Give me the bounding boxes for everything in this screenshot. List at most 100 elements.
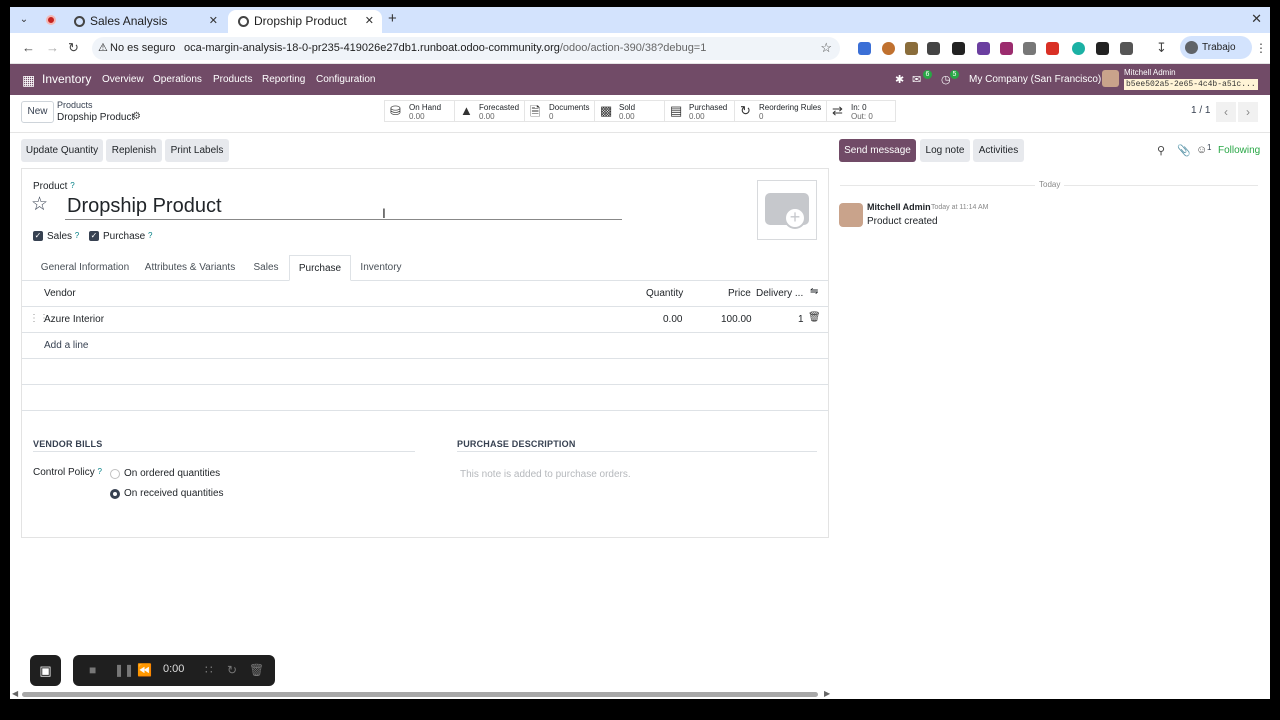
smart-button-on-hand[interactable]: ⛁ On Hand 0.00 xyxy=(384,100,454,122)
send-message-button[interactable]: Send message xyxy=(839,139,916,162)
help-tooltip-icon[interactable]: ? xyxy=(148,231,152,240)
radio-ordered-quantities-label[interactable]: On ordered quantities xyxy=(124,468,220,479)
column-vendor[interactable]: Vendor xyxy=(44,288,76,299)
extension-icon[interactable] xyxy=(858,42,871,55)
extension-icon[interactable] xyxy=(927,42,940,55)
favorite-star-icon[interactable]: ☆ xyxy=(31,193,48,216)
scrollbar-thumb[interactable] xyxy=(22,692,818,697)
extension-icon[interactable] xyxy=(1000,42,1013,55)
tab-search-icon[interactable]: ⌄ xyxy=(16,12,32,28)
tab-purchase[interactable]: Purchase xyxy=(289,255,351,281)
tab-inventory[interactable]: Inventory xyxy=(355,255,407,281)
purchase-checkbox[interactable]: ✓ xyxy=(89,231,99,241)
help-tooltip-icon[interactable]: ? xyxy=(97,467,101,476)
add-line-link[interactable]: Add a line xyxy=(44,340,88,351)
search-icon[interactable]: ⚲ xyxy=(1157,144,1165,157)
extension-icon[interactable] xyxy=(977,42,990,55)
extension-icon[interactable] xyxy=(1046,42,1059,55)
log-note-button[interactable]: Log note xyxy=(920,139,970,162)
quantity-cell[interactable]: 0.00 xyxy=(663,314,682,325)
user-name[interactable]: Mitchell Admin xyxy=(1124,68,1176,77)
following-button[interactable]: Following xyxy=(1218,145,1260,156)
optional-columns-icon[interactable]: ⇋ xyxy=(810,286,818,297)
menu-operations[interactable]: Operations xyxy=(153,74,202,85)
extension-icon[interactable] xyxy=(1023,42,1036,55)
pager-previous-icon[interactable]: ‹ xyxy=(1216,102,1236,122)
extension-icon[interactable] xyxy=(952,42,965,55)
profile-button[interactable]: Trabajo xyxy=(1180,36,1252,59)
radio-ordered-quantities[interactable] xyxy=(110,469,120,479)
bookmark-star-icon[interactable]: ☆ xyxy=(820,40,832,56)
scroll-right-icon[interactable]: ▶ xyxy=(824,689,830,698)
paperclip-icon[interactable]: 📎 xyxy=(1177,144,1191,157)
menu-products[interactable]: Products xyxy=(213,74,252,85)
activities-button[interactable]: Activities xyxy=(973,139,1024,162)
bug-icon[interactable]: ✱ xyxy=(895,73,904,86)
puzzle-icon[interactable] xyxy=(1120,42,1133,55)
trash-icon[interactable]: 🗑 xyxy=(249,663,264,677)
company-switcher[interactable]: My Company (San Francisco) xyxy=(969,74,1101,85)
column-delivery[interactable]: Delivery ... xyxy=(756,288,803,299)
extension-icon[interactable] xyxy=(905,42,918,55)
grid-icon[interactable]: ∷ xyxy=(205,663,213,677)
smart-button-documents[interactable]: 🗎 Documents 0 xyxy=(524,100,594,122)
smart-button-sold[interactable]: ▩ Sold 0.00 xyxy=(594,100,664,122)
address-bar[interactable]: ⚠ No es seguro oca-margin-analysis-18-0-… xyxy=(92,37,840,60)
radio-received-quantities[interactable] xyxy=(110,489,120,499)
print-labels-button[interactable]: Print Labels xyxy=(165,139,229,162)
help-tooltip-icon[interactable]: ? xyxy=(70,181,74,190)
extension-icon[interactable] xyxy=(1072,42,1085,55)
radio-received-quantities-label[interactable]: On received quantities xyxy=(124,488,224,499)
scroll-left-icon[interactable]: ◀ xyxy=(12,689,18,698)
forward-icon[interactable]: → xyxy=(46,40,59,55)
replenish-button[interactable]: Replenish xyxy=(106,139,162,162)
product-name-input[interactable]: Dropship Product xyxy=(65,193,622,220)
tab-attributes-variants[interactable]: Attributes & Variants xyxy=(140,255,240,281)
tab-sales[interactable]: Sales xyxy=(244,255,288,281)
menu-configuration[interactable]: Configuration xyxy=(316,74,375,85)
smart-button-reordering-rules[interactable]: ↻ Reordering Rules 0 xyxy=(734,100,826,122)
back-icon[interactable]: ← xyxy=(22,40,35,55)
messages-icon[interactable]: ✉ xyxy=(912,73,921,86)
table-row[interactable]: ⋮⋮ Azure Interior 0.00 100.00 1 🗑 xyxy=(22,307,828,333)
rewind-icon[interactable]: ⏪ xyxy=(137,663,152,677)
breadcrumb-products[interactable]: Products xyxy=(57,100,93,110)
sales-checkbox[interactable]: ✓ xyxy=(33,231,43,241)
followers-icon[interactable]: ☺ xyxy=(1196,144,1207,156)
window-close-icon[interactable]: ✕ xyxy=(1251,11,1262,27)
stop-icon[interactable]: ■ xyxy=(89,663,96,677)
pager-value[interactable]: 1 / 1 xyxy=(1191,105,1210,116)
column-quantity[interactable]: Quantity xyxy=(646,288,683,299)
smart-button-in-out[interactable]: ⇄ In: 0 Out: 0 xyxy=(826,100,896,122)
new-tab-icon[interactable]: + xyxy=(388,10,397,27)
camera-icon[interactable]: ▣ xyxy=(30,655,61,686)
user-avatar[interactable] xyxy=(1102,70,1119,87)
app-name[interactable]: Inventory xyxy=(42,72,91,86)
browser-tab-sales-analysis[interactable]: Sales Analysis ✕ xyxy=(64,10,226,33)
vendor-cell[interactable]: Azure Interior xyxy=(44,314,104,325)
extension-icon[interactable] xyxy=(882,42,895,55)
close-tab-icon[interactable]: ✕ xyxy=(209,10,218,33)
browser-tab-dropship-product[interactable]: Dropship Product ✕ xyxy=(228,10,382,33)
pager-next-icon[interactable]: › xyxy=(1238,102,1258,122)
price-cell[interactable]: 100.00 xyxy=(721,314,752,325)
message-author[interactable]: Mitchell Admin xyxy=(867,202,931,212)
apps-menu-icon[interactable]: ▦ xyxy=(22,72,35,89)
close-tab-icon[interactable]: ✕ xyxy=(365,10,374,33)
avatar[interactable] xyxy=(839,203,863,227)
purchase-description-input[interactable]: This note is added to purchase orders. xyxy=(460,469,631,480)
restart-icon[interactable]: ↻ xyxy=(227,663,237,677)
gear-icon[interactable]: ⚙ xyxy=(132,111,141,122)
reload-icon[interactable]: ↻ xyxy=(68,40,79,56)
column-price[interactable]: Price xyxy=(728,288,751,299)
delivery-cell[interactable]: 1 xyxy=(798,314,804,325)
delete-row-icon[interactable]: 🗑 xyxy=(808,312,821,323)
browser-menu-icon[interactable]: ⋮ xyxy=(1255,41,1267,55)
update-quantity-button[interactable]: Update Quantity xyxy=(21,139,103,162)
pause-icon[interactable]: ❚❚ xyxy=(114,663,134,677)
url-text[interactable]: oca-margin-analysis-18-0-pr235-419026e27… xyxy=(184,42,706,54)
tab-general-information[interactable]: General Information xyxy=(32,255,138,281)
product-image-placeholder[interactable]: + xyxy=(757,180,817,240)
security-label[interactable]: No es seguro xyxy=(110,42,175,54)
warning-icon[interactable]: ⚠ xyxy=(98,41,108,54)
